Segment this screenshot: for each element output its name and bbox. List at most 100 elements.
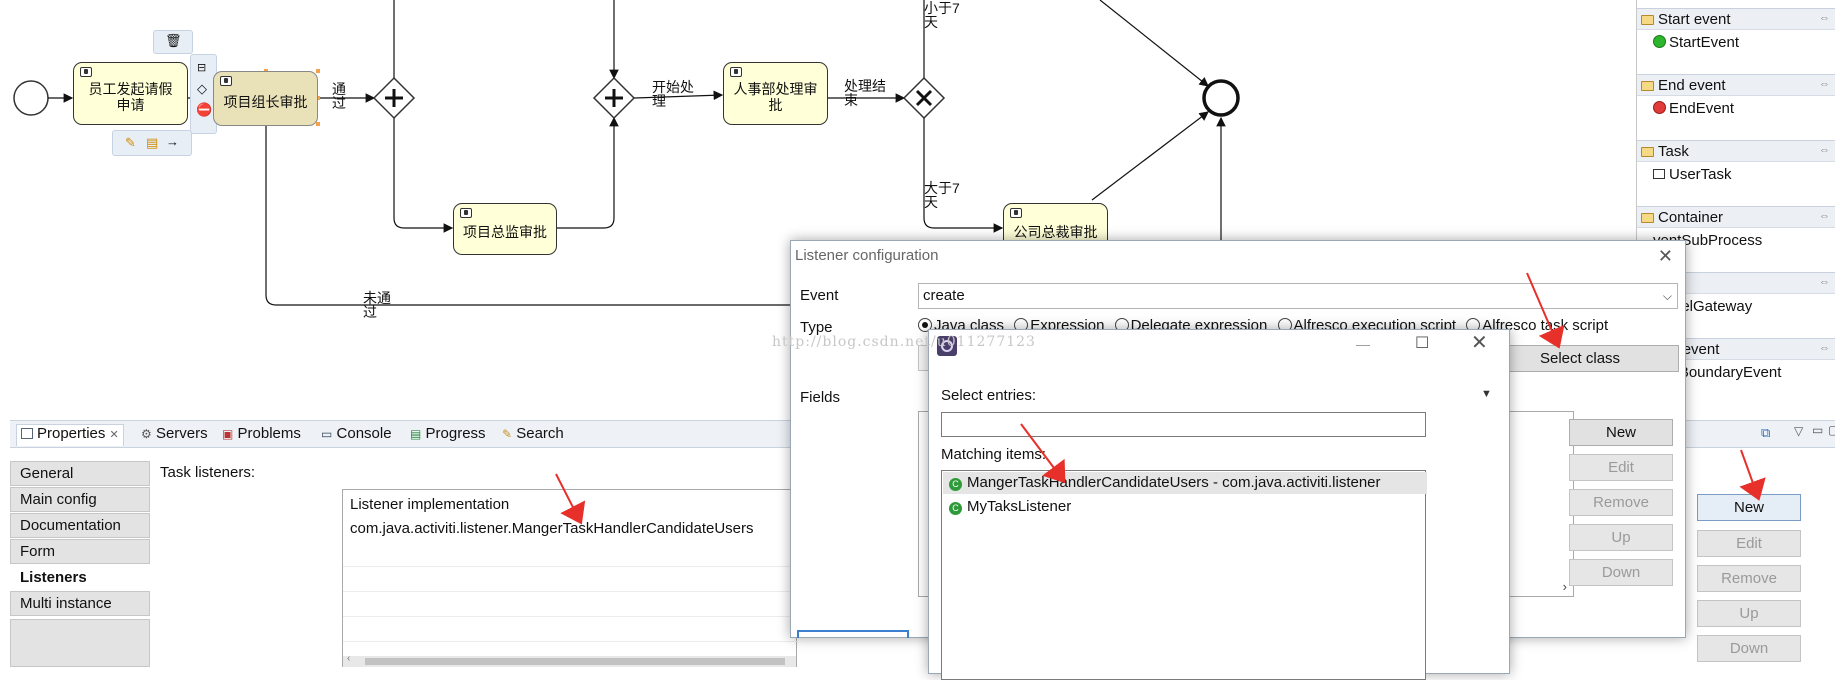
edit-listener-button[interactable]: Edit	[1697, 530, 1801, 557]
dialog-title-text: Listener configuration	[795, 247, 939, 264]
up-field-button[interactable]: Up	[1569, 524, 1673, 551]
folder-icon	[1641, 213, 1654, 223]
maximize-icon[interactable]: ▢	[1828, 423, 1835, 437]
side-tab-documentation[interactable]: Documentation	[10, 513, 150, 538]
matching-items-list[interactable]: C MangerTaskHandlerCandidateUsers - com.j…	[941, 470, 1427, 680]
scroll-right-icon[interactable]: ›	[1563, 579, 1567, 594]
palette-group-end-event: End event ⇔ EndEvent	[1637, 74, 1835, 122]
tab-label: Properties	[37, 425, 106, 442]
edit-icon[interactable]: ✎	[125, 135, 136, 151]
end-event-icon[interactable]: ⛔	[196, 102, 212, 118]
edit-field-button[interactable]: Edit	[1569, 454, 1673, 481]
user-task-icon[interactable]: ⊟	[197, 61, 206, 74]
start-event-icon	[1653, 35, 1666, 48]
context-connect-popup: ✎ ▤ →	[112, 130, 192, 156]
flow-label-start-process: 开始处 理	[652, 79, 694, 109]
table-row-divider	[343, 616, 798, 617]
trash-icon[interactable]: 🗑	[165, 33, 182, 49]
gateway-icon[interactable]: ◇	[197, 81, 207, 97]
select-class-button[interactable]: Select class	[1503, 345, 1679, 372]
collapse-icon[interactable]: ⇔	[1819, 338, 1830, 359]
listener-table-header: Listener implementation	[350, 496, 510, 513]
chevron-down-icon[interactable]: ⌵	[1663, 284, 1672, 308]
remove-field-button[interactable]: Remove	[1569, 489, 1673, 516]
properties-icon	[21, 428, 33, 439]
down-listener-button[interactable]: Down	[1697, 635, 1801, 662]
palette-group-task: Task ⇔ UserTask	[1637, 140, 1835, 188]
flow-label-end-process: 处理结 束	[844, 78, 886, 108]
console-icon: ▭	[321, 427, 333, 441]
event-label: Event	[800, 287, 839, 304]
close-icon[interactable]: ✕	[1471, 330, 1488, 355]
user-task-icon	[1653, 169, 1665, 179]
side-tab-filler	[10, 619, 150, 667]
side-tab-general[interactable]: General	[10, 461, 150, 486]
tab-console[interactable]: ▭ Console	[321, 425, 392, 443]
task-label: 员工发起请假 申请	[88, 80, 173, 113]
flow-label-not-pass: 未通 过	[363, 290, 391, 320]
side-tab-main-config[interactable]: Main config	[10, 487, 150, 512]
minimize-icon[interactable]: —	[1356, 336, 1370, 352]
new-listener-button[interactable]: New	[1697, 494, 1801, 521]
document-icon[interactable]: ▤	[146, 135, 158, 151]
task-employee-apply[interactable]: 员工发起请假 申请	[73, 62, 188, 125]
start-event	[13, 80, 49, 116]
remove-listener-button[interactable]: Remove	[1697, 565, 1801, 592]
collapse-icon[interactable]: ⇔	[1819, 74, 1830, 95]
ok-button-edge[interactable]	[797, 630, 909, 638]
list-item[interactable]: C MangerTaskHandlerCandidateUsers - com.j…	[943, 472, 1427, 494]
close-icon[interactable]: ✕	[1658, 241, 1673, 271]
flow-label-gt7: 大于7 天	[924, 180, 960, 210]
collapse-icon[interactable]: ⇔	[1819, 206, 1830, 227]
side-tab-multi-instance[interactable]: Multi instance	[10, 591, 150, 616]
tab-servers[interactable]: ⚙ Servers	[141, 425, 208, 443]
scroll-left-icon[interactable]: ‹	[347, 653, 350, 664]
side-tab-listeners[interactable]: Listeners	[10, 565, 150, 590]
down-field-button[interactable]: Down	[1569, 559, 1673, 586]
close-icon[interactable]: ✕	[110, 429, 119, 441]
table-row-divider	[343, 641, 798, 642]
listener-table-row[interactable]: com.java.activiti.listener.MangerTaskHan…	[350, 520, 754, 537]
class-icon: C	[949, 478, 962, 491]
palette-group-header[interactable]: End event ⇔	[1637, 74, 1835, 96]
connect-arrow-icon[interactable]: →	[166, 134, 179, 149]
task-director-approve[interactable]: 项目总监审批	[453, 203, 557, 255]
side-tab-form[interactable]: Form	[10, 539, 150, 564]
event-select-value: create	[923, 287, 965, 304]
tab-progress[interactable]: ▤ Progress	[410, 425, 486, 443]
collapse-icon[interactable]: ⇔	[1819, 140, 1830, 161]
list-item[interactable]: C MyTaksListener	[943, 496, 1427, 518]
palette-group-header[interactable]: Container ⇔	[1637, 206, 1835, 228]
task-pm-approve[interactable]: 项目组长审批	[213, 71, 318, 126]
folder-icon	[1641, 15, 1654, 25]
minimize-icon[interactable]: ▭	[1812, 423, 1823, 437]
maximize-icon[interactable]: ☐	[1415, 333, 1429, 353]
tab-properties[interactable]: Properties ✕	[16, 424, 124, 446]
view-menu-icon[interactable]: ▽	[1794, 424, 1803, 438]
event-select[interactable]: create ⌵	[918, 283, 1678, 309]
palette-item-start-event[interactable]: StartEvent	[1637, 30, 1835, 56]
select-entries-dialog: — ☐ ✕ Select entries: ▼ Matching items: …	[928, 329, 1510, 680]
new-window-icon[interactable]: ⧉	[1761, 425, 1770, 441]
collapse-icon[interactable]: ⇔	[1819, 8, 1830, 29]
servers-icon: ⚙	[141, 427, 152, 441]
collapse-icon[interactable]: ⇔	[1819, 272, 1830, 293]
new-field-button[interactable]: New	[1569, 419, 1673, 446]
listener-table[interactable]: Listener implementation com.java.activit…	[342, 489, 798, 667]
up-listener-button[interactable]: Up	[1697, 600, 1801, 627]
task-hr-approve[interactable]: 人事部处理审 批	[723, 62, 828, 125]
search-input[interactable]	[941, 412, 1426, 437]
tab-label: Problems	[237, 425, 301, 442]
user-task-icon	[1010, 208, 1022, 218]
horizontal-scrollbar[interactable]: ‹	[343, 653, 796, 667]
palette-item-user-task[interactable]: UserTask	[1637, 162, 1835, 188]
palette-item-label: StartEvent	[1669, 34, 1740, 51]
palette-group-header[interactable]: Start event ⇔	[1637, 8, 1835, 30]
view-menu-icon[interactable]: ▼	[1481, 388, 1492, 400]
palette-group-title: Start event	[1658, 11, 1731, 28]
palette-group-header[interactable]: Task ⇔	[1637, 140, 1835, 162]
tab-problems[interactable]: ▣ Problems	[222, 425, 301, 443]
palette-item-end-event[interactable]: EndEvent	[1637, 96, 1835, 122]
table-row-divider	[343, 566, 798, 567]
tab-search[interactable]: ✎ Search	[502, 425, 564, 443]
